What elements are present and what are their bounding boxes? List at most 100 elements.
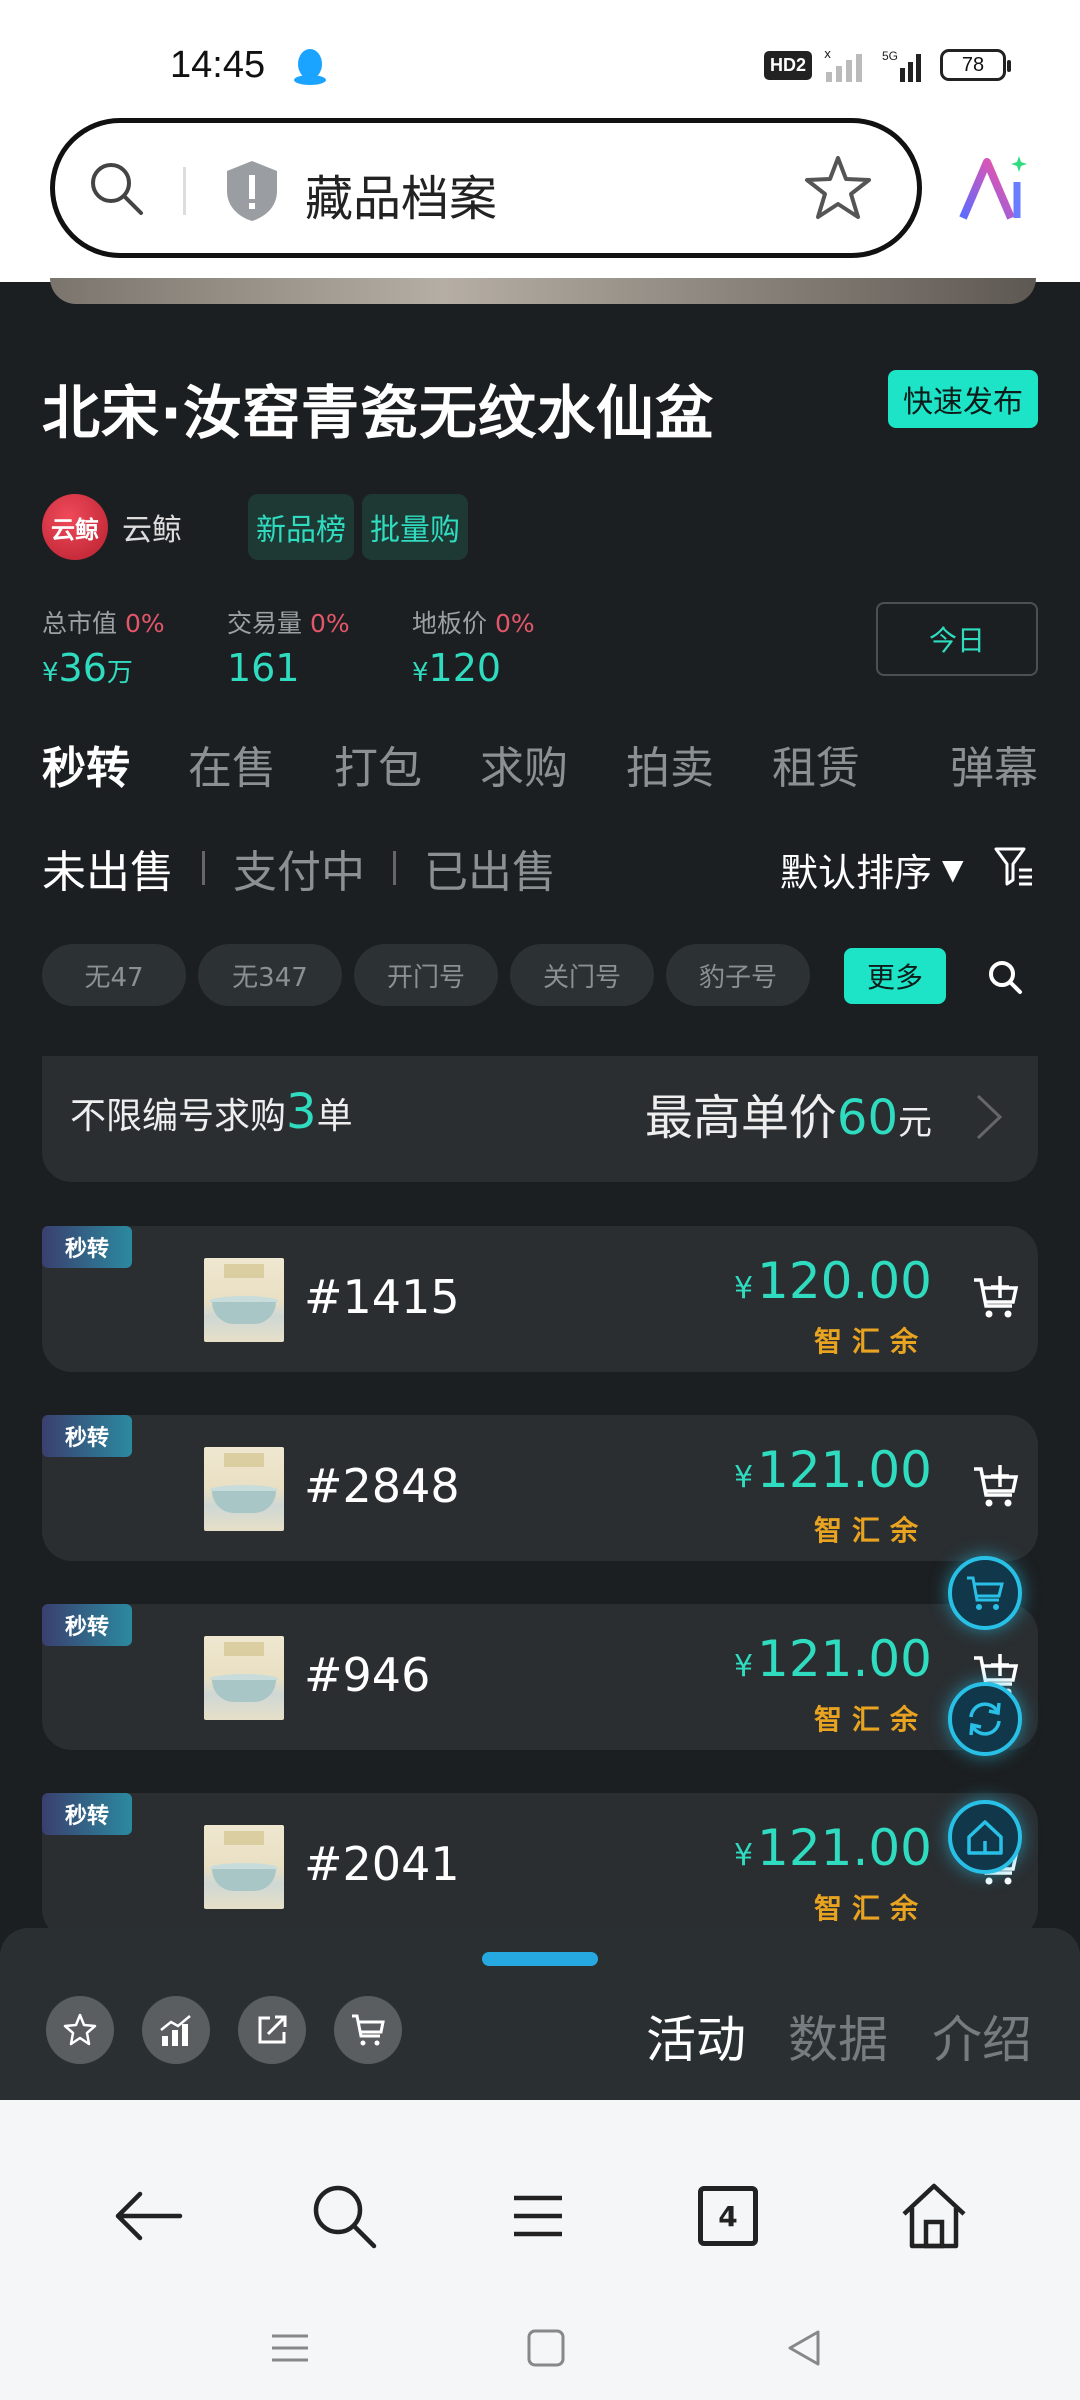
tab-barrage[interactable]: 弹幕 (950, 732, 1038, 796)
trend-button[interactable] (142, 1996, 210, 2064)
add-to-cart-icon[interactable] (972, 1463, 1020, 1511)
chart-trend-icon (160, 2015, 191, 2046)
browser-nav-bar: 4 (0, 2100, 1080, 2400)
address-bar[interactable]: 藏品档案 (50, 118, 922, 258)
drag-handle[interactable] (482, 1952, 598, 1966)
bottom-action-panel: 活动 数据 介绍 (0, 1928, 1080, 2100)
search-icon[interactable] (986, 958, 1024, 996)
share-button[interactable] (238, 1996, 306, 2064)
brand-name: 云鲸 (122, 513, 182, 548)
item-price: ¥121.00 (733, 1441, 932, 1499)
listing-item[interactable]: 秒转 #2041 ¥121.00 智汇余 (42, 1793, 1038, 1939)
sort-dropdown[interactable]: 默认排序 ▼ (780, 842, 964, 897)
item-number: #2848 (304, 1459, 460, 1513)
add-cart-icon (352, 2014, 385, 2046)
shield-warning-icon[interactable] (223, 159, 281, 223)
hero-image-edge (50, 278, 1036, 304)
signal-weak-icon: x (824, 48, 862, 82)
listing-item[interactable]: 秒转 #2848 ¥121.00 智汇余 (42, 1415, 1038, 1561)
chip-filter[interactable]: 开门号 (354, 944, 498, 1006)
item-thumbnail (204, 1258, 284, 1342)
qq-penguin-icon (294, 49, 326, 85)
tab-instant-transfer[interactable]: 秒转 (42, 732, 130, 796)
filter-icon[interactable] (994, 846, 1034, 888)
tab-buy-request[interactable]: 求购 (480, 732, 568, 796)
tab-bundle[interactable]: 打包 (334, 732, 422, 796)
buy-request-card[interactable]: 不限编号求购3单 最高单价60元 (42, 1056, 1038, 1182)
quick-publish-button[interactable]: 快速发布 (888, 370, 1038, 428)
chevron-right-icon (976, 1094, 1003, 1140)
item-thumbnail (204, 1825, 284, 1909)
status-subtabs: 未出售 支付中 已出售 (42, 836, 556, 900)
system-home-icon[interactable] (526, 2328, 566, 2368)
period-today-button[interactable]: 今日 (876, 602, 1038, 676)
svg-text:5G: 5G (882, 49, 898, 63)
chip-filter[interactable]: 无47 (42, 944, 186, 1006)
divider (202, 851, 205, 885)
item-number: #946 (304, 1648, 431, 1702)
market-stats: 总市值 0% ¥36万 交易量 0% 161 地板价 0% ¥120 (42, 604, 597, 690)
divider (183, 167, 186, 215)
bulk-buy-button[interactable]: 批量购 (362, 494, 468, 560)
batch-cart-button[interactable] (334, 1996, 402, 2064)
tab-auction[interactable]: 拍卖 (626, 732, 714, 796)
item-price: ¥120.00 (733, 1252, 932, 1310)
buy-request-summary: 不限编号求购3单 (70, 1084, 353, 1140)
brand[interactable]: 云鲸 云鲸 (42, 494, 182, 560)
star-icon (63, 2013, 97, 2046)
chip-filter[interactable]: 关门号 (510, 944, 654, 1006)
market-tabs: 秒转 在售 打包 求购 拍卖 租赁 弹幕 (42, 732, 1042, 796)
favorite-button[interactable] (46, 1996, 114, 2064)
search-icon[interactable] (306, 2178, 382, 2254)
chip-filter[interactable]: 豹子号 (666, 944, 810, 1006)
listing-item[interactable]: 秒转 #1415 ¥120.00 智汇余 (42, 1226, 1038, 1372)
stat-market-cap: 总市值 0% ¥36万 (42, 609, 165, 690)
subtab-paying[interactable]: 支付中 (233, 836, 365, 900)
signal-5g-icon: 5G (882, 49, 921, 82)
browser-toolbar: 藏品档案 (0, 112, 1080, 282)
triangle-down-icon: ▼ (942, 853, 964, 886)
payment-method: 智汇余 (813, 1514, 928, 1547)
payment-method: 智汇余 (813, 1325, 928, 1358)
panel-tab-intro[interactable]: 介绍 (932, 2000, 1032, 2072)
home-icon[interactable] (896, 2178, 972, 2254)
system-back-icon[interactable] (784, 2328, 824, 2368)
listing-item[interactable]: 秒转 #946 ¥121.00 智汇余 (42, 1604, 1038, 1750)
item-number: #1415 (304, 1270, 460, 1324)
instant-transfer-badge: 秒转 (42, 1604, 132, 1646)
panel-tab-activity[interactable]: 活动 (646, 2000, 746, 2072)
panel-tab-data[interactable]: 数据 (788, 2000, 888, 2072)
battery-icon: 78 (940, 49, 1011, 81)
search-icon[interactable] (85, 157, 149, 221)
collection-title: 北宋·汝窑青瓷无纹水仙盆 (42, 379, 715, 447)
more-filters-button[interactable]: 更多 (844, 948, 946, 1004)
share-icon (258, 2015, 287, 2044)
sort-label: 默认排序 (780, 851, 933, 895)
instant-transfer-badge: 秒转 (42, 1226, 132, 1268)
max-unit-price: 最高单价60元 (644, 1090, 932, 1146)
item-price: ¥121.00 (733, 1819, 932, 1877)
menu-icon[interactable] (500, 2178, 576, 2254)
subtab-sold[interactable]: 已出售 (424, 836, 556, 900)
chip-filter[interactable]: 无347 (198, 944, 342, 1006)
add-to-cart-icon[interactable] (972, 1274, 1020, 1322)
tab-on-sale[interactable]: 在售 (188, 732, 276, 796)
back-arrow-icon[interactable] (110, 2178, 186, 2254)
floating-home-button[interactable] (948, 1800, 1022, 1874)
ai-assistant-icon[interactable] (955, 152, 1029, 226)
floating-cart-button[interactable] (948, 1556, 1022, 1630)
bookmark-star-icon[interactable] (803, 153, 873, 223)
tabs-count-button[interactable]: 4 (698, 2186, 758, 2246)
hd-voice-icon: HD2 (763, 50, 812, 80)
system-menu-icon[interactable] (270, 2328, 310, 2368)
item-number: #2041 (304, 1837, 460, 1891)
instant-transfer-badge: 秒转 (42, 1415, 132, 1457)
divider (393, 851, 396, 885)
tab-lease[interactable]: 租赁 (772, 732, 860, 796)
svg-text:x: x (824, 48, 831, 61)
stat-volume: 交易量 0% 161 (227, 609, 350, 690)
floating-refresh-button[interactable] (948, 1682, 1022, 1756)
instant-transfer-badge: 秒转 (42, 1793, 132, 1835)
new-list-button[interactable]: 新品榜 (248, 494, 354, 560)
subtab-unsold[interactable]: 未出售 (42, 836, 174, 900)
